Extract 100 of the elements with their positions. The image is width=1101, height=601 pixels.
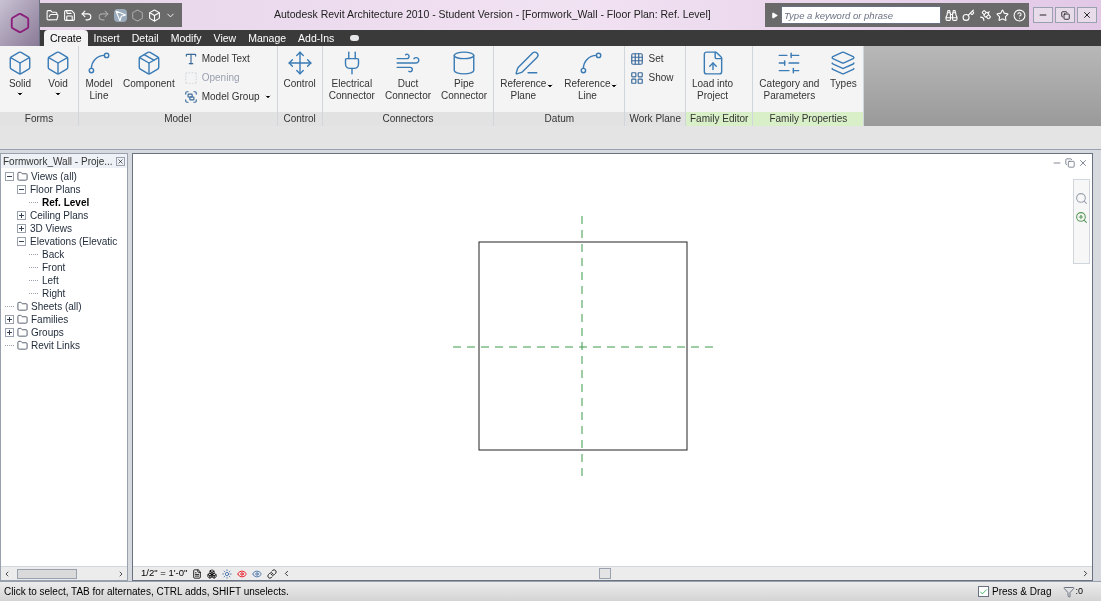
folder-icon (17, 171, 28, 182)
tree-item[interactable]: Groups (30, 327, 65, 338)
tool-button[interactable]: Void (41, 50, 75, 98)
panel-title: Connectors (322, 112, 494, 126)
panel-title: Family Editor (686, 112, 753, 126)
arrows-icon (286, 50, 313, 76)
horizontal-scrollbar[interactable] (1, 566, 127, 580)
ribbon-tab[interactable]: Manage (242, 30, 293, 46)
tool-button[interactable]: Control (280, 50, 319, 90)
scrollbar-thumb[interactable] (599, 568, 612, 579)
expand-toggle[interactable] (5, 328, 14, 337)
tree-item[interactable]: Floor Plans (29, 184, 82, 195)
filter-count: :0 (1075, 584, 1083, 598)
tool-button[interactable]: Duct Connector (381, 50, 435, 102)
expand-toggle[interactable] (17, 211, 26, 220)
panel-title: Datum (494, 112, 625, 126)
cube-icon (7, 50, 33, 76)
scrollbar-thumb[interactable] (17, 568, 77, 579)
search-field[interactable]: Type a keyword or phrase (781, 6, 941, 24)
tool-button[interactable]: Solid (3, 50, 37, 98)
tree-item[interactable]: Front (41, 262, 67, 273)
tool-button[interactable]: Reference Plane (497, 50, 558, 102)
expand-toggle[interactable] (17, 237, 26, 246)
undo-icon[interactable] (80, 8, 93, 22)
ribbon-tab[interactable]: Insert (87, 30, 126, 46)
close-icon[interactable] (116, 156, 125, 166)
star-icon[interactable] (996, 8, 1009, 22)
close-button[interactable] (1077, 7, 1097, 23)
app-menu-button[interactable] (0, 0, 40, 46)
tool-button[interactable]: Types (826, 50, 861, 90)
expand-toggle[interactable] (5, 315, 14, 324)
panel-title: Forms (0, 112, 78, 126)
close-icon[interactable] (1078, 158, 1088, 168)
tree-item[interactable]: Back (41, 249, 66, 260)
tree-item[interactable]: Elevations (Elevatic (29, 236, 119, 247)
tree-item[interactable]: Right (41, 288, 67, 299)
cube-icon[interactable] (148, 8, 161, 22)
grid-icon (630, 51, 645, 66)
save-icon[interactable] (63, 8, 76, 22)
link-icon[interactable] (267, 568, 278, 579)
opening-icon (183, 70, 198, 85)
grid-icon (630, 70, 645, 85)
hide-icon[interactable] (237, 568, 248, 579)
tree-item[interactable]: 3D Views (29, 223, 74, 234)
folder-icon (17, 327, 28, 338)
isolate-icon[interactable] (252, 568, 263, 579)
tree-item[interactable]: Families (30, 314, 70, 325)
filter-icon[interactable] (1063, 585, 1076, 598)
scale-label[interactable]: 1/2" = 1'-0" (141, 566, 188, 581)
group-icon (183, 89, 198, 104)
tree-item[interactable]: Sheets (all) (30, 301, 83, 312)
expand-toggle[interactable] (17, 224, 26, 233)
scroll-right-icon[interactable] (1081, 569, 1090, 578)
tree-item[interactable]: Left (41, 275, 60, 286)
tool-button[interactable]: Category and Parameters (756, 50, 823, 102)
tool-button[interactable]: Reference Line (561, 50, 622, 102)
help-icon[interactable] (1013, 8, 1026, 22)
tree-item[interactable]: Ceiling Plans (29, 210, 90, 221)
tree-item[interactable]: Views (all) (30, 171, 78, 182)
tool-button[interactable]: Pipe Connector (438, 50, 491, 102)
tree-item[interactable]: Revit Links (30, 340, 81, 351)
zoom-icon[interactable] (1075, 211, 1088, 224)
panel-title: Model (79, 112, 277, 126)
expand-toggle[interactable] (5, 172, 14, 181)
satellite-icon[interactable] (979, 8, 992, 22)
restore-icon[interactable] (1065, 158, 1075, 168)
ribbon-tab[interactable]: Create (44, 30, 88, 46)
key-icon[interactable] (962, 8, 975, 22)
tool-button[interactable]: Model Text (183, 50, 272, 67)
tool-button[interactable]: Electrical Connector (325, 50, 378, 102)
ribbon-tab[interactable]: Add-Ins (292, 30, 341, 46)
play-icon (771, 11, 778, 19)
minimize-button[interactable] (1033, 7, 1053, 23)
scroll-left-icon[interactable] (3, 569, 11, 578)
panel-title: Family Properties (753, 112, 864, 126)
tool-button[interactable]: Set (630, 50, 674, 67)
tool-button[interactable]: Load into Project (689, 50, 737, 102)
ribbon-tab[interactable]: Detail (125, 30, 165, 46)
binoculars-icon[interactable] (945, 8, 958, 22)
window-title: Autodesk Revit Architecture 2010 - Student Version - [Formwork_Wall - Floor Plan: Ref. Level] (274, 7, 711, 23)
folder-icon (17, 301, 28, 312)
tool-button[interactable]: Show (630, 69, 674, 86)
expand-toggle[interactable] (17, 185, 26, 194)
restore-button[interactable] (1055, 7, 1075, 23)
ribbon-tab[interactable]: Modify (164, 30, 208, 46)
tool-button[interactable]: Model Line (82, 50, 116, 102)
ribbon-tab[interactable]: View (207, 30, 243, 46)
panel-title: Work Plane (625, 112, 685, 126)
pointer-icon[interactable] (114, 8, 127, 22)
tool-button[interactable]: Component (120, 50, 178, 90)
tree-item[interactable]: Ref. Level (41, 197, 91, 208)
checkbox[interactable] (978, 586, 989, 597)
tool-button[interactable]: Model Group (183, 88, 272, 105)
open-icon[interactable] (46, 8, 59, 22)
detail-level-icon[interactable] (192, 568, 203, 579)
layers-icon (830, 50, 857, 76)
scroll-right-icon[interactable] (117, 569, 125, 578)
close-icon (1082, 10, 1092, 20)
folder-icon (17, 314, 28, 325)
panel-title: Formwork_Wall - Proje... (3, 154, 113, 169)
